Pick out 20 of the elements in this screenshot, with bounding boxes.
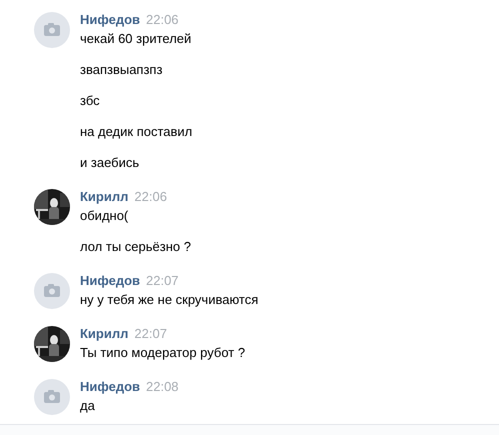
- message-text: Ты типо модератор рубот ?: [80, 344, 246, 362]
- message-time: 22:07: [134, 326, 167, 341]
- message-text: звапзвыапзпз: [80, 61, 164, 79]
- author-name[interactable]: Кирилл: [80, 326, 128, 341]
- author-name[interactable]: Нифедов: [80, 379, 140, 394]
- author-name[interactable]: Нифедов: [80, 273, 140, 288]
- message-text: ну у тебя же не скручиваются: [80, 291, 258, 309]
- author-name[interactable]: Нифедов: [80, 12, 140, 27]
- message-time: 22:06: [134, 189, 167, 204]
- message-text: и заебись: [80, 154, 140, 172]
- message-text: лол ты серьёзно ?: [80, 238, 191, 256]
- message-text: обидно(: [80, 207, 130, 225]
- message-text: чекай 60 зрителей: [80, 30, 192, 48]
- message-text: на дедик поставил: [80, 123, 192, 141]
- message-text: да: [80, 397, 96, 415]
- message-time: 22:08: [146, 379, 179, 394]
- message-time: 22:07: [146, 273, 179, 288]
- author-name[interactable]: Кирилл: [80, 189, 128, 204]
- message-text: збс: [80, 92, 101, 110]
- message-time: 22:06: [146, 12, 179, 27]
